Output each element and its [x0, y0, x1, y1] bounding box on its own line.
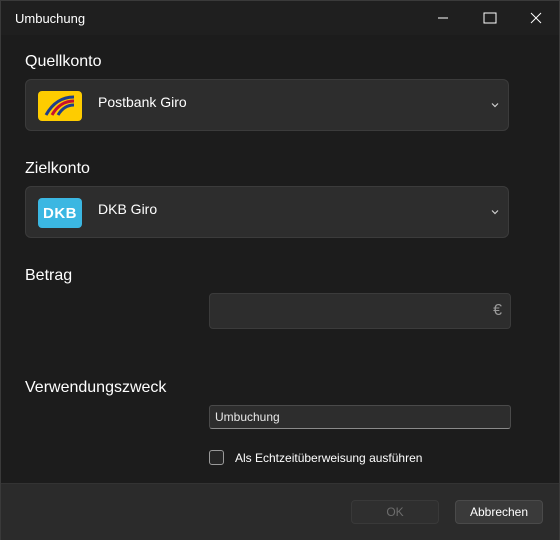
title-bar: Umbuchung	[1, 1, 559, 35]
source-account-value: Postbank Giro	[98, 94, 187, 110]
minimize-icon	[438, 17, 448, 19]
target-account-value: DKB Giro	[98, 201, 158, 217]
transfer-dialog: Umbuchung Quellkonto Postbank Giro Zielk…	[0, 0, 560, 540]
purpose-label: Verwendungszweck	[25, 379, 167, 396]
amount-input[interactable]: €	[209, 293, 511, 329]
maximize-button[interactable]	[467, 1, 513, 35]
cancel-button[interactable]: Abbrechen	[455, 500, 543, 524]
purpose-input[interactable]: Umbuchung	[209, 405, 511, 429]
maximize-icon	[483, 12, 497, 24]
target-account-label: Zielkonto	[25, 160, 90, 177]
target-account-combobox[interactable]: DKB DKB Giro	[25, 186, 509, 238]
window-title: Umbuchung	[15, 11, 86, 26]
chevron-down-icon	[491, 103, 499, 108]
chevron-down-icon	[491, 210, 499, 215]
close-button[interactable]	[513, 1, 559, 35]
source-account-combobox[interactable]: Postbank Giro	[25, 79, 509, 131]
currency-symbol: €	[493, 302, 502, 319]
amount-label: Betrag	[25, 267, 73, 284]
instant-transfer-label: Als Echtzeitüberweisung ausführen	[235, 451, 423, 465]
dkb-logo: DKB	[38, 198, 82, 228]
dialog-content: Quellkonto Postbank Giro Zielkonto DKB D…	[1, 35, 559, 483]
instant-transfer-checkbox[interactable]	[209, 450, 224, 465]
postbank-logo	[38, 91, 82, 121]
dialog-footer: OK Abbrechen	[1, 483, 559, 540]
close-icon	[530, 12, 542, 24]
ok-button[interactable]: OK	[351, 500, 439, 524]
minimize-button[interactable]	[420, 1, 466, 35]
source-account-label: Quellkonto	[25, 53, 102, 70]
